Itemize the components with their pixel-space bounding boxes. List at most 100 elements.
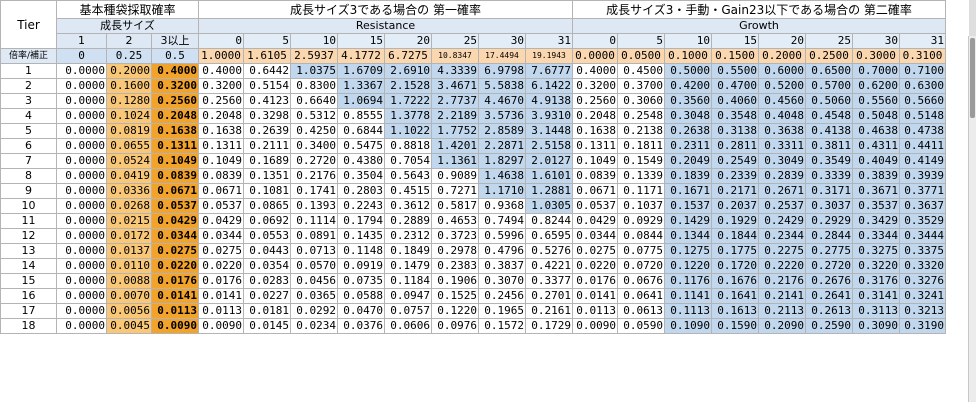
resistance-prob-cell[interactable]: 0.3612 [384, 198, 432, 214]
growth-coef-cell[interactable]: 0.2000 [758, 48, 806, 64]
resistance-prob-cell[interactable]: 0.2048 [198, 108, 244, 124]
growth-prob-cell[interactable]: 0.1275 [664, 243, 712, 259]
growth-prob-cell[interactable]: 0.0176 [572, 273, 618, 289]
resistance-prob-cell[interactable]: 0.5643 [384, 168, 432, 184]
growth-prob-cell[interactable]: 0.3190 [899, 318, 946, 334]
base-prob-cell[interactable]: 0.0655 [106, 138, 152, 154]
growth-prob-cell[interactable]: 0.0844 [617, 228, 665, 244]
resistance-prob-cell[interactable]: 4.3339 [431, 63, 479, 79]
resistance-prob-cell[interactable]: 0.0376 [337, 318, 385, 334]
tier-cell[interactable]: 15 [0, 273, 57, 289]
base-prob-cell[interactable]: 0.0176 [151, 273, 199, 289]
base-prob-cell[interactable]: 0.0000 [56, 303, 107, 319]
base-prob-cell[interactable]: 0.0000 [56, 243, 107, 259]
resistance-col-header[interactable]: 20 [384, 33, 432, 49]
growth-col-header[interactable]: 31 [899, 33, 946, 49]
growth-prob-cell[interactable]: 0.3549 [805, 153, 853, 169]
growth-prob-cell[interactable]: 0.0220 [572, 258, 618, 274]
resistance-prob-cell[interactable]: 6.1422 [525, 78, 573, 94]
growth-prob-cell[interactable]: 0.2429 [758, 213, 806, 229]
growth-prob-cell[interactable]: 0.1171 [617, 183, 665, 199]
growth-prob-cell[interactable]: 0.1311 [572, 138, 618, 154]
resistance-prob-cell[interactable]: 0.2312 [384, 228, 432, 244]
resistance-coef-cell[interactable]: 17.4494 [478, 48, 526, 64]
resistance-prob-cell[interactable]: 0.4653 [431, 213, 479, 229]
growth-prob-cell[interactable]: 0.2176 [758, 273, 806, 289]
base-prob-cell[interactable]: 0.1024 [106, 108, 152, 124]
growth-prob-cell[interactable]: 0.2537 [758, 198, 806, 214]
resistance-prob-cell[interactable]: 0.1114 [290, 213, 338, 229]
resistance-prob-cell[interactable]: 0.0735 [337, 273, 385, 289]
resistance-prob-cell[interactable]: 0.1638 [198, 123, 244, 139]
growth-prob-cell[interactable]: 0.3241 [899, 288, 946, 304]
growth-prob-cell[interactable]: 0.0090 [572, 318, 618, 334]
resistance-prob-cell[interactable]: 0.6844 [337, 123, 385, 139]
resistance-prob-cell[interactable]: 0.1906 [431, 273, 479, 289]
base-prob-cell[interactable]: 0.0000 [56, 258, 107, 274]
growth-prob-cell[interactable]: 0.5500 [711, 63, 759, 79]
growth-prob-cell[interactable]: 0.3375 [899, 243, 946, 259]
growth-prob-cell[interactable]: 0.1613 [711, 303, 759, 319]
resistance-prob-cell[interactable]: 0.6442 [243, 63, 291, 79]
growth-prob-cell[interactable]: 0.2549 [711, 153, 759, 169]
tier-cell[interactable]: 3 [0, 93, 57, 109]
g1-coef-cell[interactable]: 0 [56, 48, 107, 64]
growth-coef-cell[interactable]: 0.3000 [852, 48, 900, 64]
resistance-prob-cell[interactable]: 1.7222 [384, 93, 432, 109]
resistance-prob-cell[interactable]: 1.1710 [478, 183, 526, 199]
growth-prob-cell[interactable]: 0.7000 [852, 63, 900, 79]
growth-prob-cell[interactable]: 0.2613 [805, 303, 853, 319]
growth-prob-cell[interactable]: 0.2671 [758, 183, 806, 199]
base-prob-cell[interactable]: 0.0419 [106, 168, 152, 184]
base-prob-cell[interactable]: 0.4000 [151, 63, 199, 79]
resistance-prob-cell[interactable]: 0.1393 [290, 198, 338, 214]
growth-prob-cell[interactable]: 0.4200 [664, 78, 712, 94]
resistance-prob-cell[interactable]: 0.1049 [198, 153, 244, 169]
tier-cell[interactable]: 5 [0, 123, 57, 139]
resistance-prob-cell[interactable]: 1.4201 [431, 138, 479, 154]
growth-prob-cell[interactable]: 0.7100 [899, 63, 946, 79]
growth-coef-cell[interactable]: 0.3100 [899, 48, 946, 64]
resistance-prob-cell[interactable]: 0.5817 [431, 198, 479, 214]
base-prob-cell[interactable]: 0.0056 [106, 303, 152, 319]
resistance-prob-cell[interactable]: 0.8244 [525, 213, 573, 229]
growth-prob-cell[interactable]: 0.2048 [572, 108, 618, 124]
base-prob-cell[interactable]: 0.0275 [151, 243, 199, 259]
base-prob-cell[interactable]: 0.0000 [56, 138, 107, 154]
resistance-prob-cell[interactable]: 0.0090 [198, 318, 244, 334]
growth-prob-cell[interactable]: 0.3141 [852, 288, 900, 304]
resistance-prob-cell[interactable]: 0.2889 [384, 213, 432, 229]
growth-size-subheader[interactable]: 成長サイズ [56, 18, 199, 34]
growth-prob-cell[interactable]: 0.3049 [758, 153, 806, 169]
growth-prob-cell[interactable]: 0.3311 [758, 138, 806, 154]
resistance-prob-cell[interactable]: 0.0947 [384, 288, 432, 304]
growth-prob-cell[interactable]: 0.2641 [805, 288, 853, 304]
base-prob-cell[interactable]: 0.0000 [56, 123, 107, 139]
growth-prob-cell[interactable]: 0.4149 [899, 153, 946, 169]
growth-prob-cell[interactable]: 0.0275 [572, 243, 618, 259]
growth-prob-cell[interactable]: 0.2138 [617, 123, 665, 139]
growth-prob-cell[interactable]: 0.5560 [852, 93, 900, 109]
resistance-prob-cell[interactable]: 0.2111 [243, 138, 291, 154]
growth-coef-cell[interactable]: 0.0000 [572, 48, 618, 64]
resistance-prob-cell[interactable]: 4.9138 [525, 93, 573, 109]
base-prob-cell[interactable]: 0.2000 [106, 63, 152, 79]
resistance-col-header[interactable]: 25 [431, 33, 479, 49]
resistance-prob-cell[interactable]: 0.3377 [525, 273, 573, 289]
growth-col-header[interactable]: 0 [572, 33, 618, 49]
growth-prob-cell[interactable]: 0.1344 [664, 228, 712, 244]
resistance-prob-cell[interactable]: 0.0234 [290, 318, 338, 334]
base-prob-cell[interactable]: 0.1638 [151, 123, 199, 139]
growth-prob-cell[interactable]: 0.4638 [852, 123, 900, 139]
resistance-prob-cell[interactable]: 2.7737 [431, 93, 479, 109]
growth-prob-cell[interactable]: 0.1844 [711, 228, 759, 244]
growth-prob-cell[interactable]: 0.1676 [711, 273, 759, 289]
resistance-prob-cell[interactable]: 2.0127 [525, 153, 573, 169]
resistance-prob-cell[interactable]: 0.2383 [431, 258, 479, 274]
growth-prob-cell[interactable]: 0.0671 [572, 183, 618, 199]
base-prob-cell[interactable]: 0.0110 [106, 258, 152, 274]
resistance-prob-cell[interactable]: 3.5736 [478, 108, 526, 124]
base-prob-cell[interactable]: 0.0839 [151, 168, 199, 184]
resistance-prob-cell[interactable]: 0.0292 [290, 303, 338, 319]
growth-prob-cell[interactable]: 0.2929 [805, 213, 853, 229]
